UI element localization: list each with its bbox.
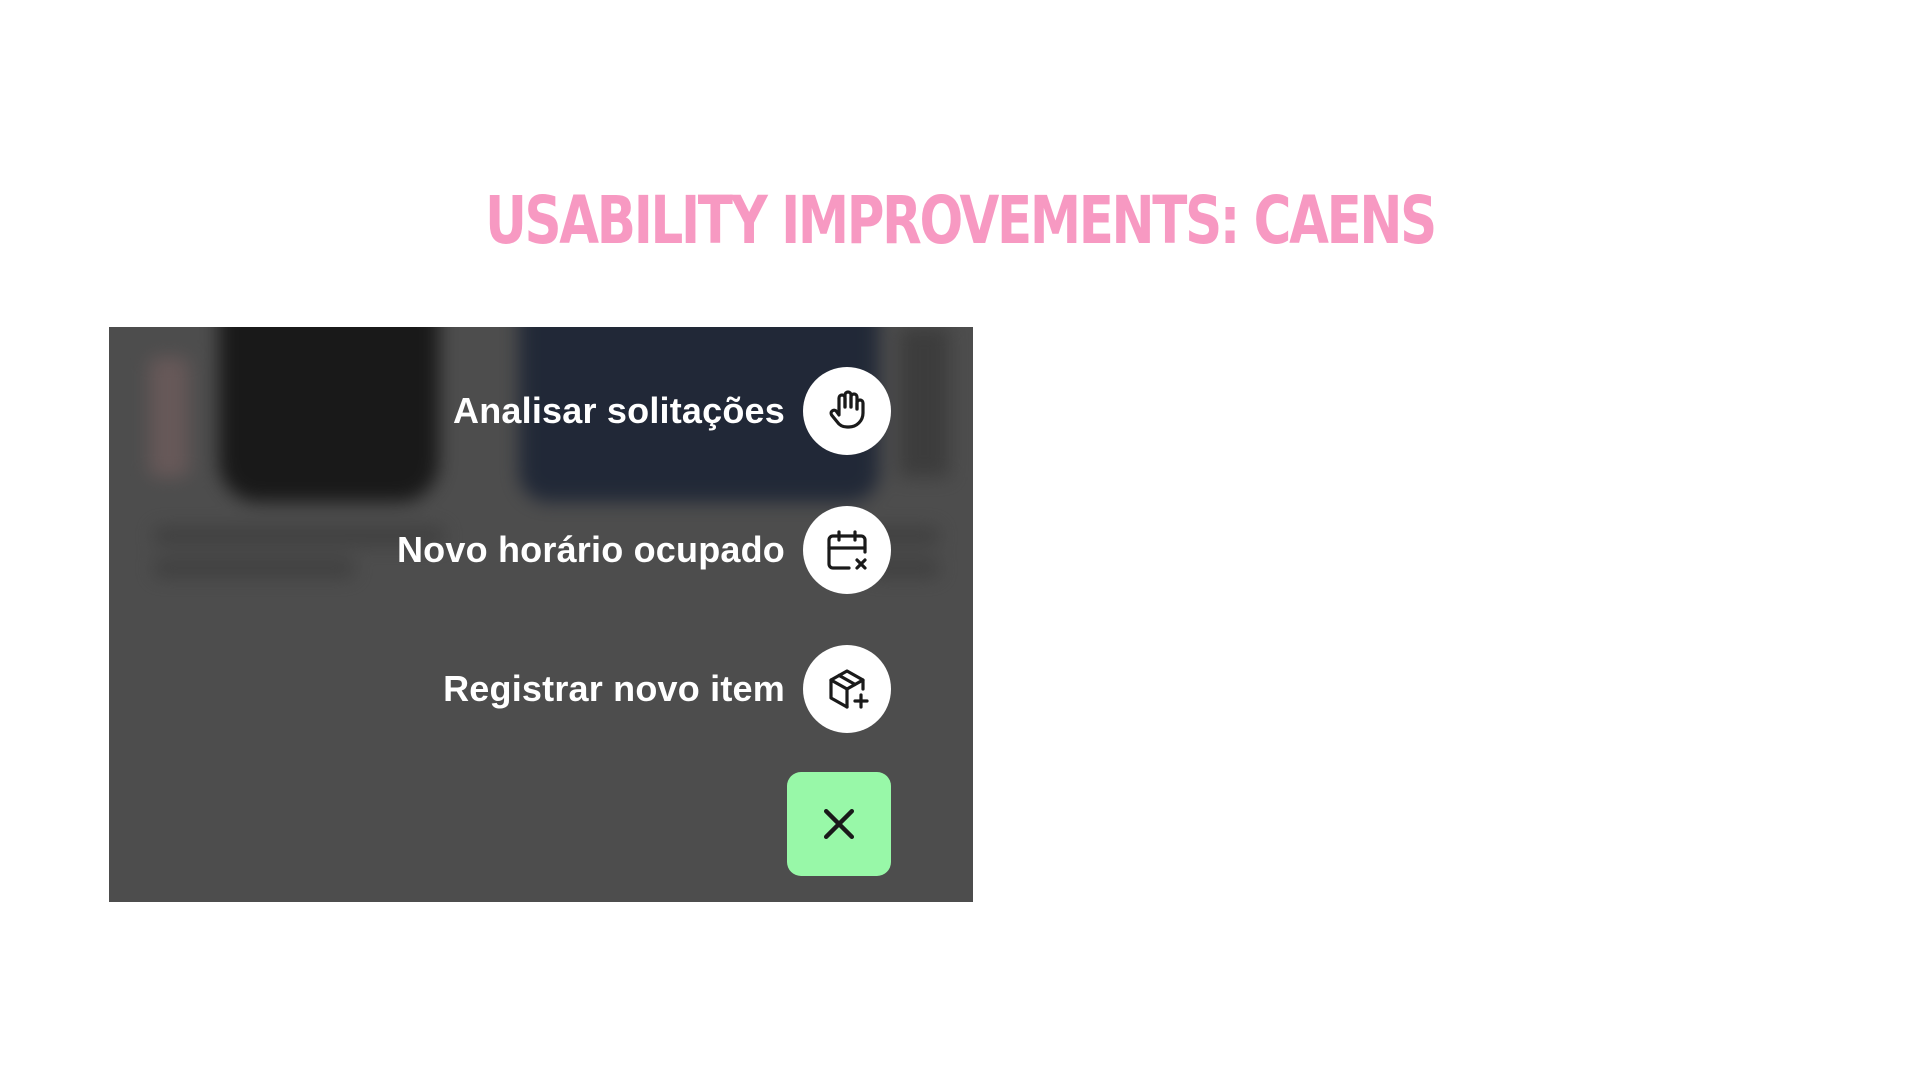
app-screenshot: Analisar solitações Novo horário ocupado [109,327,973,902]
action-label: Analisar solitações [453,390,785,431]
analisar-solicitacoes-button[interactable] [803,367,891,455]
close-menu-button[interactable] [787,772,891,876]
action-registrar-novo-item[interactable]: Registrar novo item [443,645,891,733]
action-analisar-solicitacoes[interactable]: Analisar solitações [453,367,891,455]
novo-horario-ocupado-button[interactable] [803,506,891,594]
action-label: Novo horário ocupado [396,529,785,570]
action-novo-horario-ocupado[interactable]: Novo horário ocupado [397,506,891,594]
close-icon [823,808,855,840]
hand-icon [829,390,865,429]
package-plus-icon [829,669,869,709]
calendar-x-icon [827,530,867,570]
action-label: Registrar novo item [443,668,785,709]
registrar-novo-item-button[interactable] [803,645,891,733]
slide-title: USABILITY IMPROVEMENTS: CAENS [485,182,1437,259]
